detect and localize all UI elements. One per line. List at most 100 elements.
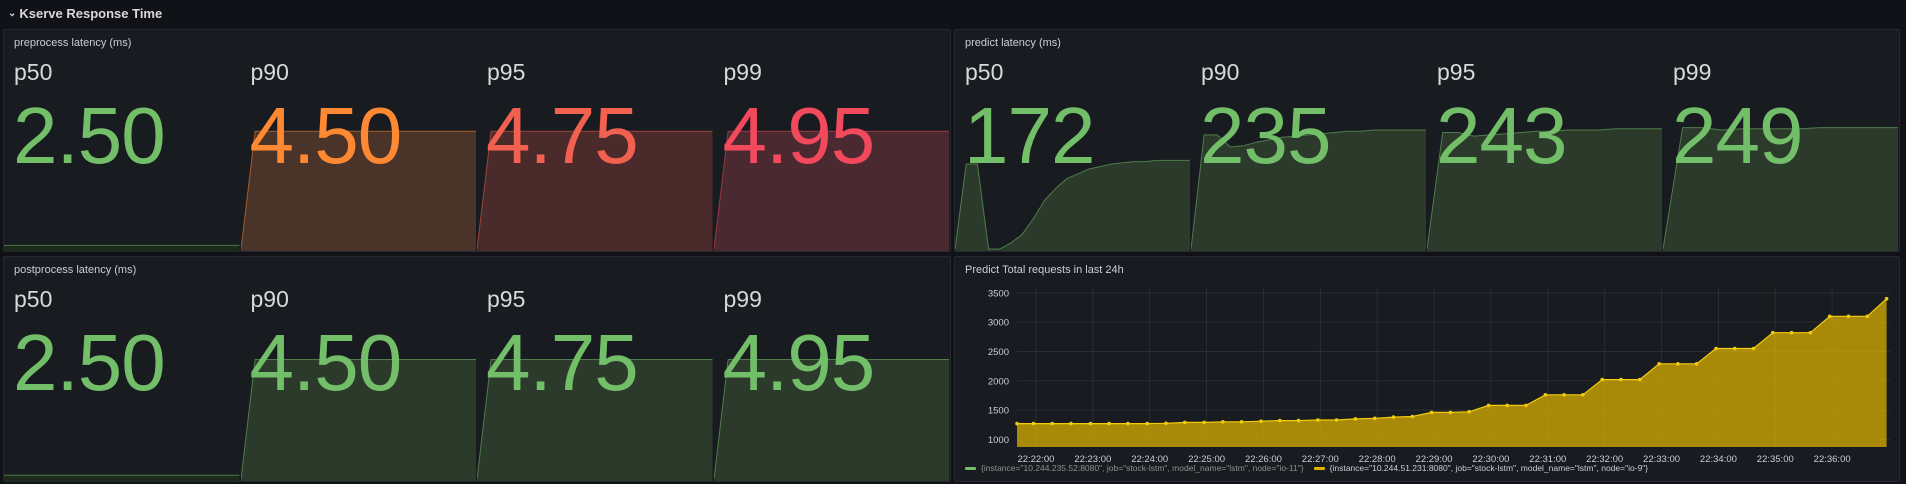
data-point xyxy=(1505,403,1509,408)
stat-value: 4.75 xyxy=(486,318,639,407)
data-point xyxy=(1126,421,1130,426)
stat-value: 4.50 xyxy=(249,318,403,407)
stat-p50: p50 2.50 xyxy=(4,279,240,481)
data-point xyxy=(1353,417,1358,421)
x-tick-label: 22:33:00 xyxy=(1643,454,1680,465)
stat-p95: p95 243 xyxy=(1427,52,1662,251)
stat-p95: p95 4.75 xyxy=(477,52,713,251)
data-point xyxy=(1202,420,1206,425)
stat-value: 2.50 xyxy=(13,91,166,180)
data-point xyxy=(1524,403,1528,408)
requests-chart: 10001500200025003000350022:22:00 22:23:00… xyxy=(988,287,1890,465)
data-point xyxy=(1164,421,1168,426)
data-point xyxy=(1296,418,1301,423)
y-tick-label: 2500 xyxy=(988,347,1009,358)
data-point xyxy=(1467,410,1471,414)
panel-title: preprocess latency (ms) xyxy=(14,37,132,49)
data-point xyxy=(1714,346,1718,351)
stat-label: p99 xyxy=(1673,59,1712,85)
data-point xyxy=(1884,296,1889,301)
stat-value: 4.50 xyxy=(249,91,403,180)
panel-title: postprocess latency (ms) xyxy=(14,264,137,276)
data-point xyxy=(1050,421,1055,426)
data-point xyxy=(1676,362,1680,366)
data-point xyxy=(1771,330,1775,335)
stat-value: 4.95 xyxy=(722,318,876,407)
stat-p90: p90 4.50 xyxy=(240,279,476,481)
data-point xyxy=(1543,393,1548,397)
panel-title: predict latency (ms) xyxy=(965,37,1061,49)
data-point xyxy=(1410,414,1415,419)
sparkline-area xyxy=(4,245,240,251)
data-point xyxy=(1259,419,1263,423)
data-point xyxy=(1638,377,1642,382)
stat-label: p90 xyxy=(250,59,289,85)
stat-p90: p90 235 xyxy=(1191,52,1426,251)
stat-value: 172 xyxy=(964,91,1095,180)
stat-label: p95 xyxy=(487,286,526,312)
stat-label: p90 xyxy=(250,286,289,312)
stat-label: p50 xyxy=(14,59,53,85)
panel-postprocess-latency[interactable]: postprocess latency (ms) p50 2.50 p90 4.50 p… xyxy=(3,256,951,482)
data-point xyxy=(1278,418,1282,423)
stat-label: p90 xyxy=(1201,59,1240,85)
data-point xyxy=(1732,346,1737,351)
y-tick-label: 3500 xyxy=(988,288,1009,299)
data-point xyxy=(1751,346,1756,351)
row-collapse-toggle[interactable]: ⌄ Kserve Response Time xyxy=(8,2,162,24)
data-point xyxy=(1088,421,1093,426)
legend-label: {instance="10.244.235.52:8080", job="sto… xyxy=(981,463,1304,473)
stat-value: 235 xyxy=(1200,91,1331,180)
data-point xyxy=(1183,420,1187,425)
data-point xyxy=(1789,330,1794,335)
stat-label: p50 xyxy=(965,59,1004,85)
data-point xyxy=(1031,421,1036,426)
data-point xyxy=(1069,421,1073,426)
y-tick-label: 1500 xyxy=(988,406,1009,417)
stat-label: p50 xyxy=(14,286,53,312)
stat-label: p99 xyxy=(723,286,762,312)
y-tick-label: 2000 xyxy=(988,376,1009,387)
data-point xyxy=(1221,420,1225,424)
x-tick-label: 22:35:00 xyxy=(1757,454,1794,465)
stat-label: p99 xyxy=(723,59,762,85)
stat-value: 4.75 xyxy=(486,91,639,180)
data-point xyxy=(1334,418,1339,422)
stat-value: 243 xyxy=(1436,91,1567,180)
data-point xyxy=(1600,377,1604,382)
legend-swatch xyxy=(1313,466,1325,470)
panel-predict-total-requests[interactable]: Predict Total requests in last 24h 1000 1… xyxy=(954,256,1900,482)
data-point xyxy=(1581,393,1585,397)
panel-preprocess-latency[interactable]: preprocess latency (ms) p50 2.50 p90 4.50 p9… xyxy=(3,29,951,252)
data-point xyxy=(1316,418,1320,422)
stat-p50: p50 172 xyxy=(955,52,1190,251)
stat-p99: p99 249 xyxy=(1663,52,1898,251)
stat-p99: p99 4.95 xyxy=(713,52,949,251)
chevron-down-icon: ⌄ xyxy=(8,7,17,19)
legend-label: {instance="10.244.51.231:8080", job="sto… xyxy=(1329,463,1649,473)
y-tick-label: 1000 xyxy=(988,435,1009,446)
x-tick-label: 22:34:00 xyxy=(1700,454,1737,465)
data-point xyxy=(1429,410,1434,415)
legend-item[interactable]: {instance="10.244.235.52:8080", job="sto… xyxy=(965,463,1304,473)
data-point xyxy=(1391,415,1396,419)
data-point xyxy=(1657,362,1661,366)
data-point xyxy=(1562,393,1566,397)
stat-label: p95 xyxy=(487,59,526,85)
data-point xyxy=(1827,314,1832,319)
chart-legend: {instance="10.244.235.52:8080", job="sto… xyxy=(965,463,1648,473)
stat-group: p50 2.50 p90 4.50 p95 4.75 p99 4.95 xyxy=(4,279,950,481)
data-point xyxy=(1448,410,1453,415)
legend-item[interactable]: {instance="10.244.51.231:8080", job="sto… xyxy=(1313,463,1649,473)
stat-value: 4.95 xyxy=(722,91,876,180)
stat-group: p50 172 p90 235 p95 243 p99 249 xyxy=(955,52,1899,251)
stat-value: 249 xyxy=(1672,91,1803,180)
data-point xyxy=(1486,403,1491,408)
data-point xyxy=(1619,377,1623,382)
data-point xyxy=(1694,362,1699,366)
panel-predict-latency[interactable]: predict latency (ms) p50 172 p90 235 p95 243 p… xyxy=(954,29,1900,252)
stat-label: p95 xyxy=(1437,59,1476,85)
data-point xyxy=(1239,420,1244,424)
stat-value: 2.50 xyxy=(13,318,166,407)
data-point xyxy=(1865,314,1870,319)
